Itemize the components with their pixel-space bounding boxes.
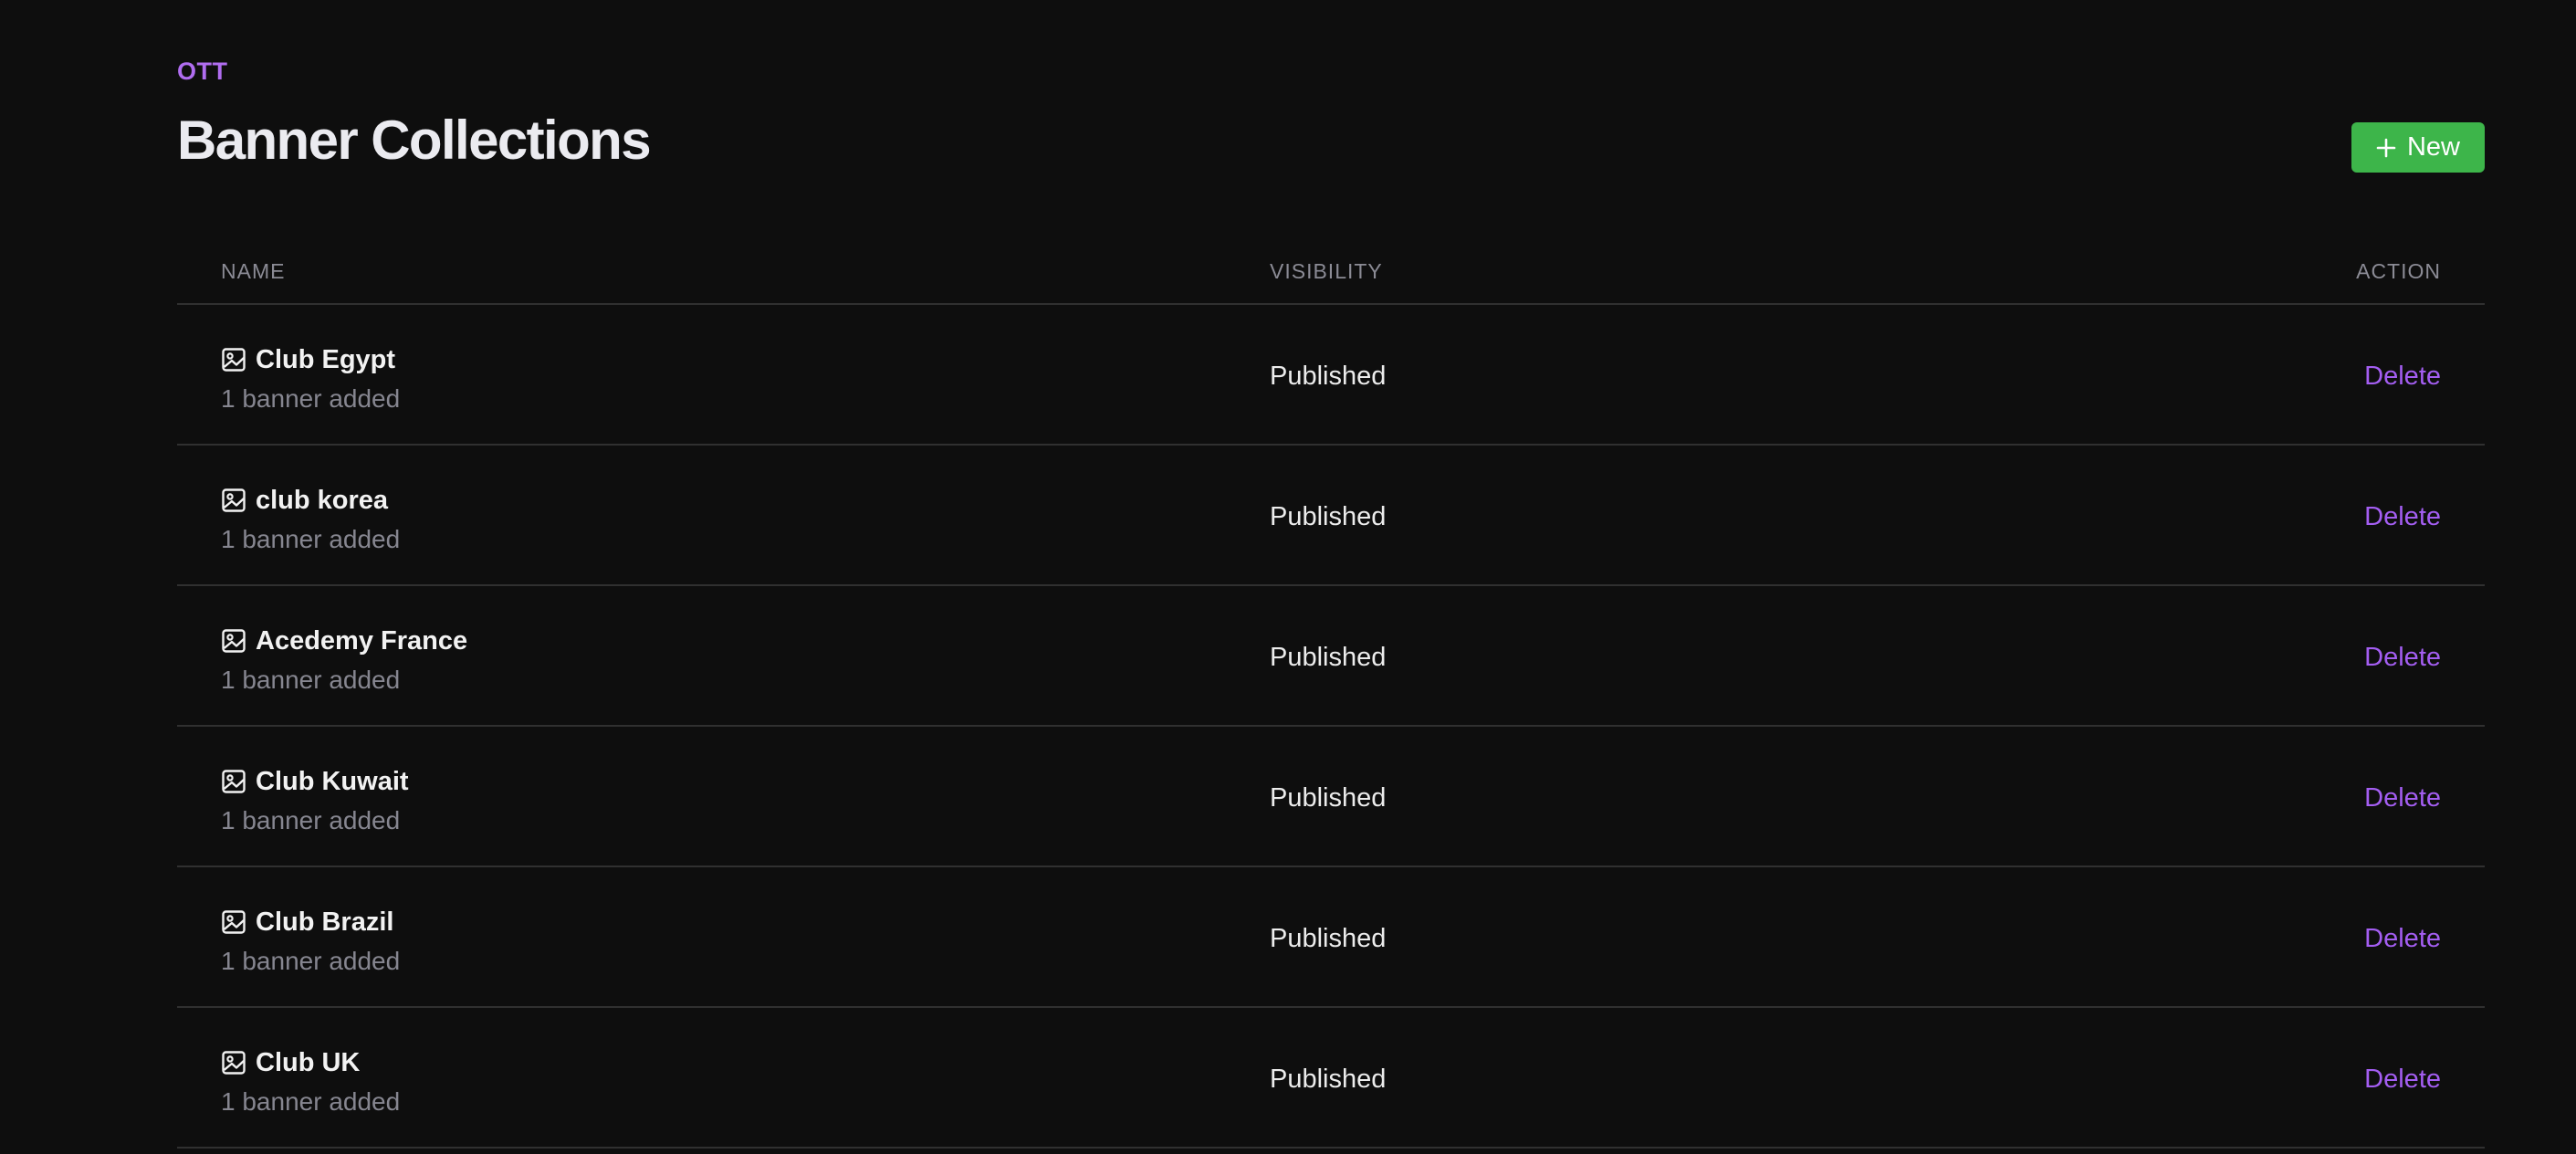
page-title: Banner Collections — [177, 110, 652, 171]
visibility-status: Published — [1270, 924, 1387, 953]
collection-banner-count: 1 banner added — [221, 666, 401, 694]
column-header-visibility: VISIBILITY — [1270, 259, 1383, 283]
collection-name: club korea — [256, 486, 389, 515]
image-icon — [221, 628, 246, 654]
image-icon — [221, 909, 246, 935]
plus-icon — [2376, 138, 2396, 158]
table-row[interactable]: Acedemy France 1 banner added Published … — [177, 586, 2485, 727]
row-name-line: club korea — [221, 484, 388, 517]
collection-banner-count: 1 banner added — [221, 806, 401, 834]
column-header-action: ACTION — [2356, 259, 2441, 283]
visibility-status: Published — [1270, 783, 1387, 813]
new-button-label: New — [2406, 132, 2460, 162]
section-eyebrow: OTT — [177, 58, 228, 85]
table-row[interactable]: Club Brazil 1 banner added Published Del… — [177, 867, 2485, 1008]
collection-name: Acedemy France — [256, 626, 468, 656]
collection-name: Club Brazil — [256, 907, 394, 937]
table-row[interactable]: Club UK 1 banner added Published Delete — [177, 1008, 2485, 1149]
collection-banner-count: 1 banner added — [221, 525, 401, 553]
delete-link[interactable]: Delete — [2364, 360, 2441, 393]
table-header: NAME VISIBILITY ACTION — [177, 239, 2485, 305]
column-header-name: NAME — [221, 259, 286, 283]
delete-link[interactable]: Delete — [2364, 500, 2441, 533]
delete-link[interactable]: Delete — [2364, 782, 2441, 814]
collections-table: NAME VISIBILITY ACTION Club Egypt 1 bann… — [177, 239, 2485, 1149]
row-name-line: Club Kuwait — [221, 765, 409, 798]
row-name-line: Club Egypt — [221, 343, 395, 376]
row-name-line: Club Brazil — [221, 906, 393, 939]
visibility-status: Published — [1270, 502, 1387, 531]
collection-name: Club Egypt — [256, 345, 396, 374]
collection-banner-count: 1 banner added — [221, 1087, 401, 1116]
row-name-line: Acedemy France — [221, 624, 467, 657]
delete-link[interactable]: Delete — [2364, 922, 2441, 955]
delete-link[interactable]: Delete — [2364, 1063, 2441, 1096]
collection-name: Club UK — [256, 1048, 361, 1077]
image-icon — [221, 1050, 246, 1075]
visibility-status: Published — [1270, 643, 1387, 672]
new-collection-button[interactable]: New — [2351, 122, 2485, 173]
collection-banner-count: 1 banner added — [221, 947, 401, 975]
image-icon — [221, 488, 246, 513]
delete-link[interactable]: Delete — [2364, 641, 2441, 674]
image-icon — [221, 769, 246, 794]
collection-banner-count: 1 banner added — [221, 384, 401, 413]
table-row[interactable]: Club Kuwait 1 banner added Published Del… — [177, 727, 2485, 867]
collection-name: Club Kuwait — [256, 767, 409, 796]
table-row[interactable]: Club Egypt 1 banner added Published Dele… — [177, 305, 2485, 446]
visibility-status: Published — [1270, 362, 1387, 391]
table-row[interactable]: club korea 1 banner added Published Dele… — [177, 446, 2485, 586]
row-name-line: Club UK — [221, 1046, 360, 1079]
visibility-status: Published — [1270, 1065, 1387, 1094]
image-icon — [221, 347, 246, 372]
